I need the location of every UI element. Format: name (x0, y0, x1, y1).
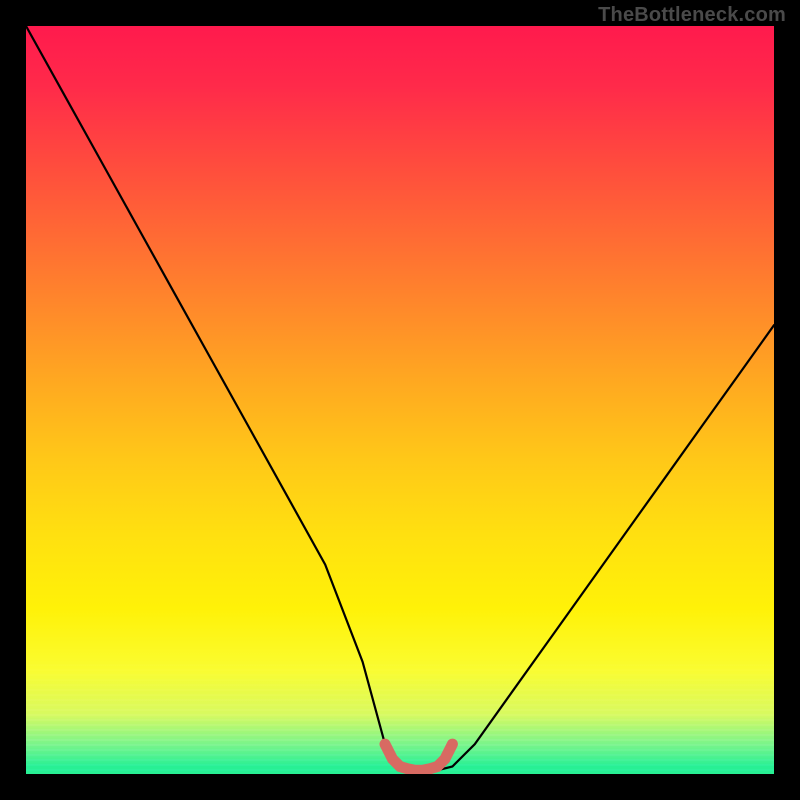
watermark-text: TheBottleneck.com (598, 4, 786, 27)
curve-layer (26, 26, 774, 774)
bottleneck-curve (26, 26, 774, 770)
flat-bottom-highlight (385, 744, 452, 770)
plot-area (26, 26, 774, 774)
chart-frame: TheBottleneck.com (0, 0, 800, 800)
